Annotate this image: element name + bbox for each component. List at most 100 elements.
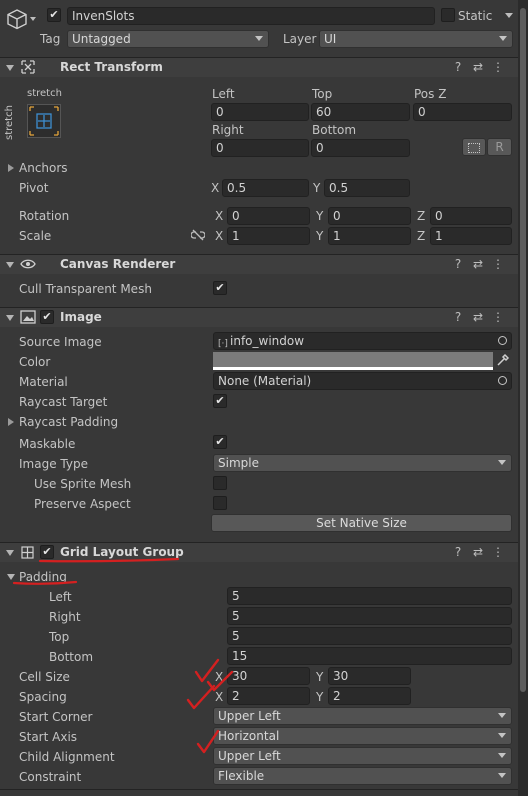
- help-icon[interactable]: ?: [448, 60, 468, 74]
- canvas-renderer-header[interactable]: Canvas Renderer ? ⇄ ⋮: [0, 254, 518, 274]
- padding-bottom-label: Bottom: [49, 650, 94, 664]
- raw-edit-button[interactable]: R: [487, 138, 512, 156]
- right-col-label: Right: [212, 123, 244, 137]
- start-corner-checkmark-annotation: [186, 684, 216, 710]
- blueprint-mode-button[interactable]: [462, 138, 486, 156]
- scale-x-field[interactable]: 1: [227, 227, 310, 245]
- top-field[interactable]: 60: [311, 103, 410, 121]
- presets-icon[interactable]: ⇄: [468, 310, 488, 324]
- cube-dropdown-icon[interactable]: [30, 17, 36, 21]
- set-native-size-button[interactable]: Set Native Size: [211, 514, 512, 532]
- rot-y-field[interactable]: 0: [328, 207, 411, 225]
- color-swatch[interactable]: [213, 352, 493, 370]
- context-menu-icon[interactable]: ⋮: [488, 545, 508, 559]
- presets-icon[interactable]: ⇄: [468, 257, 488, 271]
- rot-z-field[interactable]: 0: [430, 207, 512, 225]
- start-corner-value: Upper Left: [218, 709, 281, 723]
- spacing-y-field[interactable]: 2: [328, 687, 411, 705]
- grid-layout-group-header[interactable]: ✔ Grid Layout Group ? ⇄ ⋮: [0, 542, 518, 562]
- inspector-scrollbar[interactable]: [518, 0, 528, 796]
- cull-transparent-mesh-checkbox[interactable]: ✔: [213, 281, 227, 295]
- static-checkbox[interactable]: [441, 8, 455, 22]
- child-alignment-dropdown[interactable]: Upper Left: [213, 747, 512, 765]
- pivot-y-field[interactable]: 0.5: [324, 179, 410, 197]
- fold-arrow-icon[interactable]: [6, 262, 14, 268]
- layer-dropdown[interactable]: UI: [319, 30, 513, 48]
- start-axis-dropdown[interactable]: Horizontal: [213, 727, 512, 745]
- grid-layout-enabled-checkbox[interactable]: ✔: [40, 545, 54, 559]
- context-menu-icon[interactable]: ⋮: [488, 310, 508, 324]
- start-corner-dropdown[interactable]: Upper Left: [213, 707, 512, 725]
- object-picker-icon[interactable]: [498, 376, 507, 385]
- rect-transform-header[interactable]: Rect Transform ? ⇄ ⋮: [0, 57, 518, 77]
- scrollbar-thumb[interactable]: [520, 8, 526, 692]
- padding-right-field[interactable]: 5: [227, 607, 512, 625]
- posz-field[interactable]: 0: [413, 103, 512, 121]
- image-type-dropdown[interactable]: Simple: [213, 454, 512, 472]
- help-icon[interactable]: ?: [448, 545, 468, 559]
- tag-label: Tag: [40, 32, 61, 46]
- padding-label[interactable]: Padding: [19, 569, 67, 585]
- image-header[interactable]: ✔ Image ? ⇄ ⋮: [0, 307, 518, 327]
- padding-bottom-field[interactable]: 15: [227, 647, 512, 665]
- fold-arrow-icon[interactable]: [6, 65, 14, 71]
- eye-icon: [20, 258, 36, 270]
- maskable-checkbox[interactable]: ✔: [213, 435, 227, 449]
- use-sprite-mesh-label: Use Sprite Mesh: [34, 477, 132, 491]
- image-enabled-checkbox[interactable]: ✔: [40, 310, 54, 324]
- tag-dropdown[interactable]: Untagged: [67, 30, 269, 48]
- anchors-label[interactable]: Anchors: [19, 160, 68, 176]
- cell-size-y-field[interactable]: 30: [328, 667, 411, 685]
- object-name-field[interactable]: InvenSlots: [67, 7, 435, 25]
- anchor-preset-side-label: stretch: [4, 105, 15, 140]
- pivot-label: Pivot: [19, 181, 49, 195]
- fold-arrow-icon[interactable]: [6, 550, 14, 556]
- cell-x-axis-label: X: [215, 670, 224, 684]
- cell-y-axis-label: Y: [316, 670, 324, 684]
- scale-x-axis-label: X: [215, 229, 224, 243]
- anchors-fold-icon[interactable]: [8, 164, 14, 172]
- scale-y-field[interactable]: 1: [328, 227, 411, 245]
- source-image-value: info_window: [230, 334, 305, 348]
- bottom-divider: [0, 789, 518, 790]
- material-field[interactable]: None (Material): [213, 372, 512, 390]
- context-menu-icon[interactable]: ⋮: [488, 257, 508, 271]
- presets-icon[interactable]: ⇄: [468, 60, 488, 74]
- padding-fold-icon[interactable]: [7, 574, 15, 580]
- raycast-padding-label[interactable]: Raycast Padding: [19, 414, 118, 430]
- source-image-field[interactable]: [·] info_window: [213, 332, 512, 350]
- context-menu-icon[interactable]: ⋮: [488, 60, 508, 74]
- object-picker-icon[interactable]: [498, 336, 507, 345]
- rotation-label: Rotation: [19, 209, 70, 223]
- cell-size-label: Cell Size: [19, 670, 70, 684]
- constraint-dropdown[interactable]: Flexible: [213, 767, 512, 785]
- spacing-x-field[interactable]: 2: [227, 687, 310, 705]
- raycast-target-checkbox[interactable]: ✔: [213, 394, 227, 408]
- fold-arrow-icon[interactable]: [6, 315, 14, 321]
- pivot-x-field[interactable]: 0.5: [222, 179, 309, 197]
- presets-icon[interactable]: ⇄: [468, 545, 488, 559]
- static-dropdown-icon[interactable]: [505, 13, 513, 18]
- help-icon[interactable]: ?: [448, 257, 468, 271]
- padding-left-field[interactable]: 5: [227, 587, 512, 605]
- spacing-label: Spacing: [19, 690, 67, 704]
- layer-label: Layer: [283, 32, 317, 46]
- left-field[interactable]: 0: [211, 103, 309, 121]
- image-title: Image: [60, 310, 102, 324]
- right-field[interactable]: 0: [211, 139, 309, 157]
- anchor-presets-button[interactable]: [27, 104, 61, 138]
- raycast-padding-fold-icon[interactable]: [8, 418, 14, 426]
- padding-top-field[interactable]: 5: [227, 627, 512, 645]
- eyedropper-icon[interactable]: [496, 353, 510, 367]
- constrain-proportions-link-icon[interactable]: [190, 229, 206, 241]
- cell-size-x-field[interactable]: 30: [227, 667, 310, 685]
- active-checkbox[interactable]: ✔: [47, 8, 61, 22]
- preserve-aspect-checkbox[interactable]: [213, 496, 227, 510]
- help-icon[interactable]: ?: [448, 310, 468, 324]
- padding-right-label: Right: [49, 610, 81, 624]
- rot-x-field[interactable]: 0: [227, 207, 310, 225]
- scale-z-field[interactable]: 1: [430, 227, 512, 245]
- cull-transparent-mesh-label: Cull Transparent Mesh: [19, 282, 152, 296]
- bottom-field[interactable]: 0: [311, 139, 410, 157]
- use-sprite-mesh-checkbox[interactable]: [213, 476, 227, 490]
